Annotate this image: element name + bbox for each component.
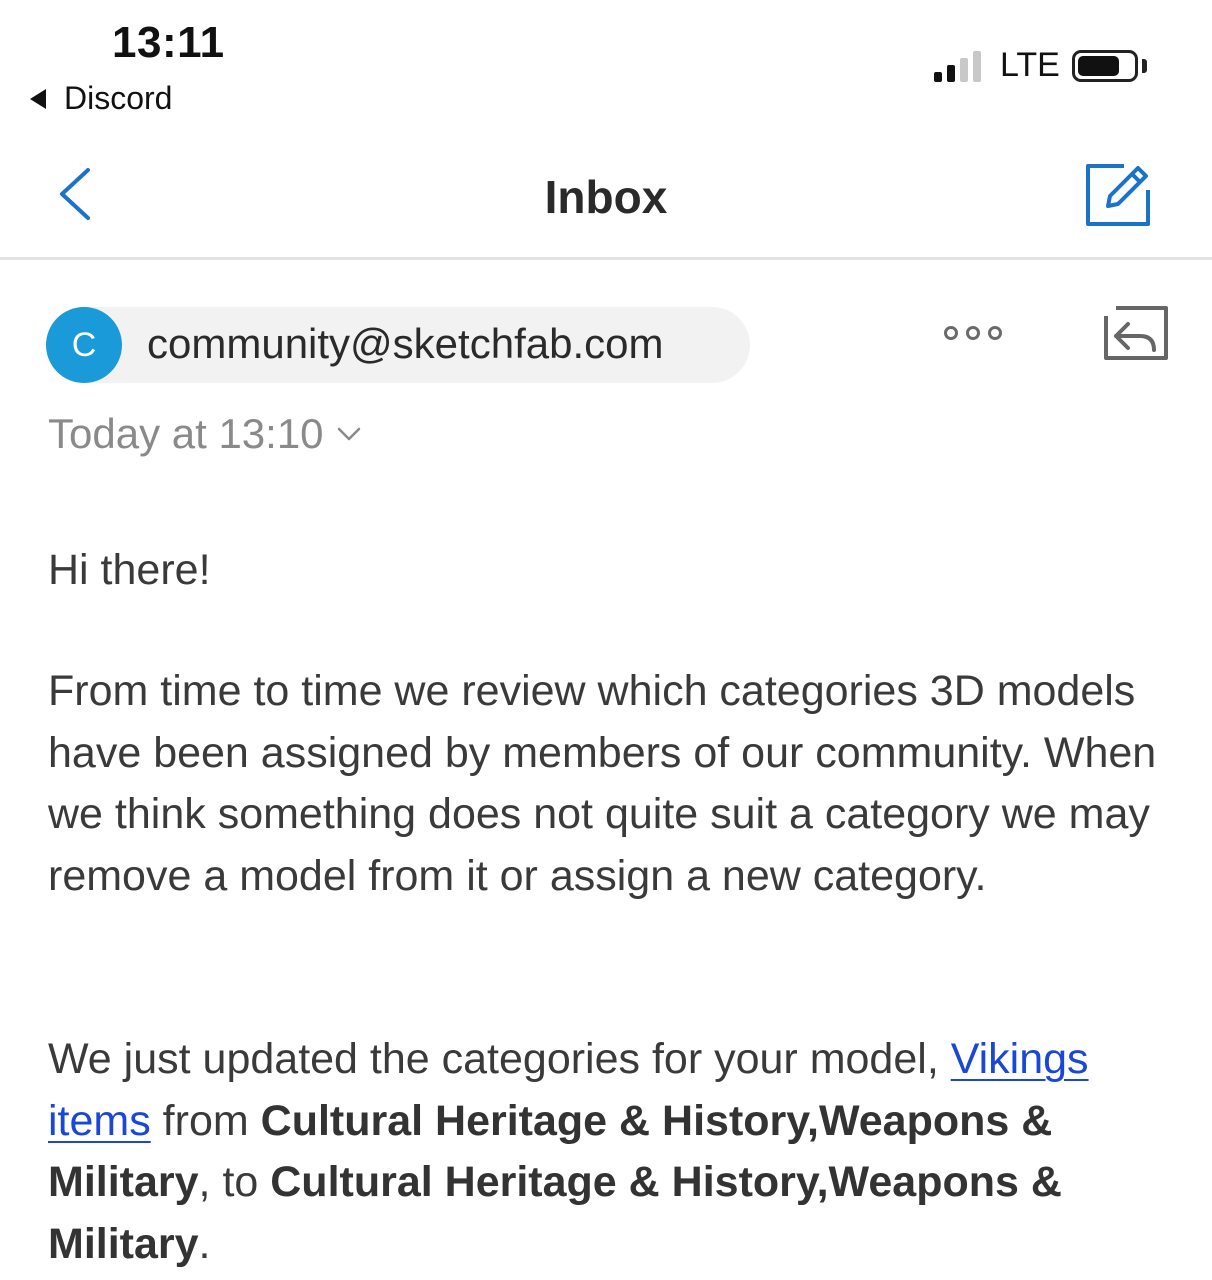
signal-bar — [960, 58, 968, 82]
message-date[interactable]: Today at 13:10 — [48, 410, 362, 458]
date-text: Today at 13:10 — [48, 410, 324, 457]
signal-bar — [947, 65, 955, 82]
network-type: LTE — [1000, 46, 1060, 84]
sender-email[interactable]: community@sketchfab.com — [147, 320, 663, 368]
compose-icon[interactable] — [1084, 160, 1154, 228]
cellular-signal-icon — [934, 48, 981, 82]
para2-from: from — [150, 1096, 261, 1145]
more-dot — [944, 326, 958, 340]
more-dot — [988, 326, 1002, 340]
para2-to: , to — [198, 1158, 271, 1206]
back-app-label: Discord — [64, 80, 173, 116]
message-greeting: Hi there! — [48, 546, 211, 594]
signal-bar — [973, 51, 981, 82]
message-paragraph-categories: We just updated the categories for your … — [48, 1029, 1178, 1275]
nav-divider — [0, 257, 1212, 260]
back-triangle-icon — [30, 88, 46, 109]
back-to-app-link[interactable]: Discord — [30, 80, 172, 117]
chevron-down-icon — [337, 427, 360, 441]
status-time: 13:11 — [112, 18, 225, 67]
signal-bar — [934, 72, 942, 82]
more-options-icon[interactable] — [944, 326, 1002, 340]
para2-prefix: We just updated the categories for your … — [48, 1035, 951, 1083]
reply-icon[interactable] — [1102, 302, 1170, 370]
para2-end: . — [198, 1219, 211, 1268]
more-dot — [966, 326, 980, 340]
avatar[interactable]: C — [46, 307, 122, 383]
battery-level — [1078, 56, 1119, 76]
page-title: Inbox — [544, 171, 668, 223]
battery-icon — [1072, 50, 1138, 82]
message-paragraph: From time to time we review which catego… — [48, 667, 1157, 900]
battery-tip — [1142, 59, 1147, 73]
